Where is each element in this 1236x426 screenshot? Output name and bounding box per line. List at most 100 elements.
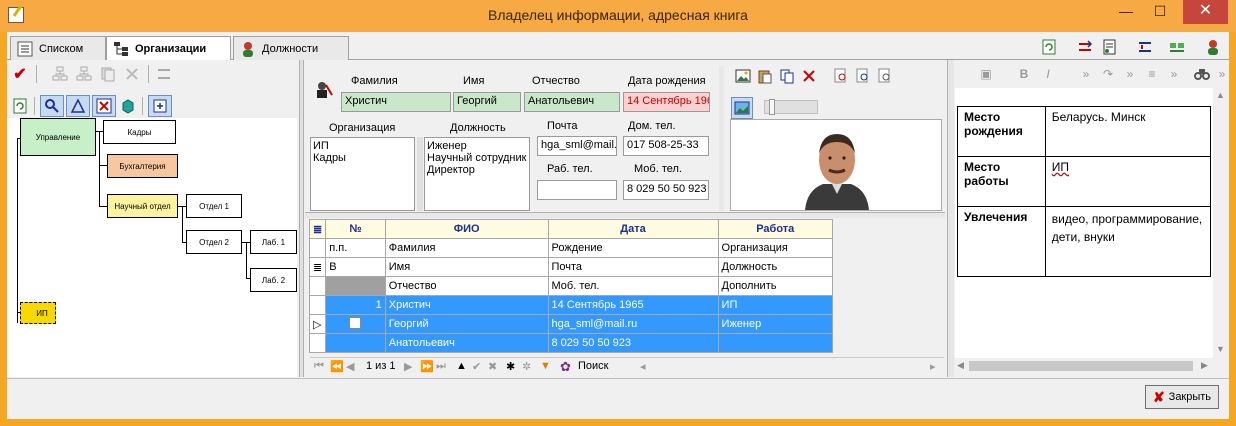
search-label[interactable]: Поиск (578, 360, 608, 372)
prev-record-icon[interactable]: ◀ (346, 360, 354, 373)
maximize-button[interactable]: ☐ (1143, 0, 1177, 24)
sort-icon[interactable] (1075, 37, 1095, 57)
search-icon[interactable]: ✿ (560, 359, 571, 375)
checkbox-cell[interactable] (325, 314, 386, 334)
notes-editor[interactable]: Место рождения Беларусь. Минск Место раб… (955, 88, 1213, 358)
arrange-icon[interactable] (1135, 37, 1155, 57)
splitter-right[interactable] (947, 60, 954, 377)
scroll-up-icon[interactable]: ▲ (1216, 90, 1225, 100)
cell[interactable]: Георгий (384, 314, 549, 334)
more-icon[interactable]: » (1076, 64, 1096, 84)
zoom-in-icon[interactable] (831, 66, 851, 86)
check-icon[interactable]: ✔ (10, 64, 30, 84)
list-splitter[interactable] (417, 137, 423, 211)
org-node-dept-1[interactable]: Отдел 1 (186, 194, 242, 218)
splitter-left[interactable] (299, 60, 304, 377)
add-child-icon[interactable] (50, 64, 70, 84)
cell[interactable] (325, 333, 386, 353)
goto-bookmark-icon[interactable]: ✲ (522, 360, 531, 373)
org-node-ip[interactable]: ИП (20, 302, 56, 324)
grid-view-icon[interactable] (1167, 37, 1187, 57)
zoom-out-icon[interactable] (853, 66, 873, 86)
image-icon[interactable] (733, 66, 753, 86)
surname-field[interactable]: Христич (341, 92, 451, 112)
document-icon[interactable] (1099, 37, 1119, 57)
patronymic-field[interactable]: Анатольевич (524, 92, 620, 112)
delete-node-icon[interactable] (122, 64, 142, 84)
prev-page-icon[interactable]: ⏪ (330, 360, 344, 373)
col-date[interactable]: Дата (547, 219, 719, 239)
list-format-icon[interactable]: ≡ (1142, 64, 1162, 84)
refresh-icon[interactable] (1039, 37, 1059, 57)
reload-icon[interactable] (10, 96, 30, 116)
filter-icon[interactable]: ▼ (540, 360, 551, 372)
next-record-icon[interactable]: ▶ (404, 360, 412, 373)
mobile-field[interactable]: 8 029 50 50 923 (623, 180, 709, 200)
layout-icon[interactable] (92, 95, 116, 117)
expand-icon[interactable] (148, 95, 172, 117)
grid-menu-icon[interactable]: ≣ (308, 219, 327, 239)
home-phone-field[interactable]: 017 508-25-33 (623, 136, 709, 156)
org-node-accounting[interactable]: Бухгалтерия (107, 154, 178, 178)
photo-mode-icon[interactable] (731, 97, 753, 119)
minimize-button[interactable]: — (1109, 0, 1143, 24)
notes-vscroll[interactable]: ▲ ▼ (1213, 88, 1229, 358)
close-window-button[interactable]: ✕ (1183, 0, 1228, 24)
notes-hscroll[interactable]: ◀ ▶ (955, 358, 1213, 374)
add-sibling-icon[interactable] (74, 64, 94, 84)
copy-node-icon[interactable] (98, 64, 118, 84)
zoom-icon[interactable] (40, 95, 64, 117)
position-list[interactable]: Иженер Научный сотрудник Директор (424, 137, 530, 211)
birthdate-field[interactable]: 14 Сентябрь 19б (623, 92, 710, 112)
table-row[interactable]: ▷ Георгий hga_sml@mail.ru Иженер (308, 314, 834, 334)
paste-icon[interactable] (755, 66, 775, 86)
cell[interactable]: 1 (325, 295, 386, 315)
cell[interactable]: hga_sml@mail.ru (547, 314, 719, 334)
bold-icon[interactable]: B (1014, 64, 1034, 84)
cell[interactable]: Иженер (717, 314, 834, 334)
scroll-down-icon[interactable]: ▼ (1216, 344, 1225, 354)
org-node-lab-1[interactable]: Лаб. 1 (250, 230, 297, 254)
slider-thumb[interactable] (769, 99, 775, 115)
last-record-icon[interactable]: ⏭ (436, 360, 446, 373)
cell[interactable]: Анатольевич (384, 333, 549, 353)
find-icon[interactable] (1192, 64, 1212, 84)
tab-organizations[interactable]: Организации (106, 36, 231, 61)
cell[interactable]: ИП (717, 295, 834, 315)
person-edit-icon[interactable] (314, 80, 334, 100)
cell[interactable] (717, 333, 834, 353)
user-icon[interactable] (1203, 37, 1223, 57)
scroll-thumb[interactable] (969, 361, 1193, 371)
insert-icon[interactable]: ▲ (456, 360, 467, 372)
row-checkbox[interactable] (349, 316, 362, 329)
org-node-hr[interactable]: Кадры (103, 120, 176, 144)
scroll-right-icon[interactable]: ▸ (930, 360, 936, 373)
table-row[interactable]: Анатольевич 8 029 50 50 923 (308, 333, 834, 353)
col-fio[interactable]: ФИО (384, 219, 549, 239)
cancel-icon[interactable]: ✖ (488, 360, 497, 373)
redo-icon[interactable]: ↷ (1098, 64, 1118, 84)
tab-positions[interactable]: Должности (233, 36, 349, 60)
org-node-management[interactable]: Управление (20, 118, 96, 156)
col-number[interactable]: № (325, 219, 386, 239)
fit-icon[interactable] (66, 95, 90, 117)
scroll-left-icon[interactable]: ◂ (640, 360, 646, 373)
next-page-icon[interactable]: ⏩ (420, 360, 434, 373)
copy-icon[interactable] (777, 66, 797, 86)
org-node-dept-2[interactable]: Отдел 2 (186, 230, 242, 254)
list-item[interactable]: ИП (313, 140, 412, 152)
cell[interactable]: Христич (384, 295, 549, 315)
italic-icon[interactable]: I (1038, 64, 1058, 84)
scroll-left-icon[interactable]: ◀ (957, 360, 964, 371)
list-item[interactable]: Научный сотрудник (427, 152, 527, 164)
scroll-right-icon[interactable]: ▶ (1201, 360, 1208, 371)
organization-list[interactable]: ИП Кадры (310, 137, 415, 211)
zoom-fit-icon[interactable] (875, 66, 895, 86)
first-record-icon[interactable]: ⏮ (314, 360, 324, 373)
cube-icon[interactable] (118, 96, 138, 116)
tab-list[interactable]: Списком (10, 36, 106, 60)
zoom-slider[interactable] (764, 99, 818, 115)
mail-field[interactable]: hga_sml@mail.r (537, 136, 617, 156)
more-icon[interactable]: » (1120, 64, 1140, 84)
more-icon[interactable]: » (1212, 64, 1232, 84)
